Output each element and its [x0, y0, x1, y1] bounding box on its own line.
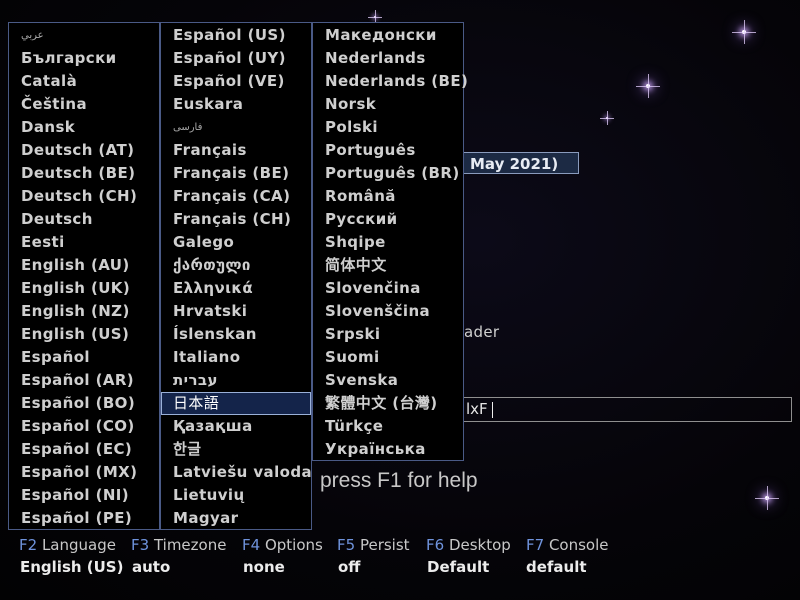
language-item[interactable]: Español (AR)	[9, 369, 159, 392]
desktop-value: Default	[427, 558, 490, 576]
language-item[interactable]: Suomi	[313, 346, 463, 369]
language-item[interactable]: Shqipe	[313, 231, 463, 254]
language-item[interactable]: عربي	[9, 24, 159, 47]
language-item[interactable]: 한글	[161, 438, 311, 461]
language-column-3: Македонски Nederlands Nederlands (BE) Norsk…	[312, 22, 468, 461]
language-item[interactable]: עברית	[161, 369, 311, 392]
help-hint: press F1 for help	[320, 469, 478, 492]
f5-persist-key[interactable]: F5 Persist	[337, 536, 410, 554]
language-item[interactable]: Galego	[161, 231, 311, 254]
language-item[interactable]: Deutsch (CH)	[9, 185, 159, 208]
boot-menu-entry-partial: ader	[464, 323, 500, 341]
language-item[interactable]: Türkçe	[313, 415, 463, 438]
language-item[interactable]: 繁體中文 (台灣)	[313, 392, 463, 415]
language-column-1: عربي Български Català Čeština Dansk Deutsch (…	[8, 22, 160, 530]
language-item[interactable]: Deutsch (AT)	[9, 139, 159, 162]
language-item[interactable]: Español (MX)	[9, 461, 159, 484]
options-value: none	[243, 558, 285, 576]
language-item[interactable]: English (AU)	[9, 254, 159, 277]
language-item[interactable]: Deutsch	[9, 208, 159, 231]
language-item[interactable]: ქართული	[161, 254, 311, 277]
language-item[interactable]: Srpski	[313, 323, 463, 346]
language-item[interactable]: Eesti	[9, 231, 159, 254]
text-cursor	[491, 401, 493, 418]
language-item[interactable]: Norsk	[313, 93, 463, 116]
language-item[interactable]: Polski	[313, 116, 463, 139]
language-item[interactable]: Hrvatski	[161, 300, 311, 323]
language-item[interactable]: Русский	[313, 208, 463, 231]
language-column-2: Español (US) Español (UY) Español (VE) Eusk…	[160, 22, 312, 530]
language-item[interactable]: Lietuvių	[161, 484, 311, 507]
language-item[interactable]: Español (CO)	[9, 415, 159, 438]
language-item[interactable]: English (NZ)	[9, 300, 159, 323]
language-item[interactable]: Slovenčina	[313, 277, 463, 300]
star-decoration	[755, 486, 779, 510]
language-item[interactable]: Deutsch (BE)	[9, 162, 159, 185]
star-decoration	[636, 74, 660, 98]
language-item[interactable]: Español (PE)	[9, 507, 159, 530]
language-item[interactable]: Dansk	[9, 116, 159, 139]
language-item[interactable]: Ελληνικά	[161, 277, 311, 300]
language-item[interactable]: Español (UY)	[161, 47, 311, 70]
f4-options-key[interactable]: F4 Options	[242, 536, 323, 554]
language-item[interactable]: Español (US)	[161, 24, 311, 47]
language-item[interactable]: English (UK)	[9, 277, 159, 300]
language-item[interactable]: 日本語	[161, 392, 311, 415]
language-item[interactable]: Svenska	[313, 369, 463, 392]
language-item[interactable]: Español (VE)	[161, 70, 311, 93]
language-item[interactable]: Қазақша	[161, 415, 311, 438]
language-item[interactable]: Magyar	[161, 507, 311, 530]
language-item[interactable]: فارسی	[161, 116, 311, 139]
language-item[interactable]: Українська	[313, 438, 463, 461]
boot-menu-selected-entry: May 2021)	[463, 152, 579, 174]
star-decoration	[600, 111, 614, 125]
persist-value: off	[338, 558, 361, 576]
star-decoration	[368, 10, 382, 24]
language-item[interactable]: 简体中文	[313, 254, 463, 277]
f3-timezone-key[interactable]: F3 Timezone	[131, 536, 226, 554]
language-item[interactable]: Slovenščina	[313, 300, 463, 323]
language-item[interactable]: Català	[9, 70, 159, 93]
language-item[interactable]: Latviešu valoda	[161, 461, 312, 484]
language-value: English (US)	[20, 558, 124, 576]
language-item[interactable]: Български	[9, 47, 159, 70]
language-item[interactable]: Íslenskan	[161, 323, 311, 346]
f7-console-key[interactable]: F7 Console	[526, 536, 609, 554]
language-item[interactable]: Italiano	[161, 346, 311, 369]
language-item[interactable]: Español (EC)	[9, 438, 159, 461]
language-item[interactable]: Português	[313, 139, 463, 162]
language-item[interactable]: Português (BR)	[313, 162, 463, 185]
language-item[interactable]: Français (CA)	[161, 185, 311, 208]
language-item[interactable]: Nederlands (BE)	[313, 70, 468, 93]
language-item[interactable]: English (US)	[9, 323, 159, 346]
language-item[interactable]: Français (BE)	[161, 162, 311, 185]
boot-options-input[interactable]: lxF	[463, 397, 792, 422]
language-item[interactable]: Čeština	[9, 93, 159, 116]
console-value: default	[526, 558, 587, 576]
language-item[interactable]: Română	[313, 185, 463, 208]
language-item[interactable]: Nederlands	[313, 47, 463, 70]
language-item[interactable]: Euskara	[161, 93, 311, 116]
language-item[interactable]: Español (BO)	[9, 392, 159, 415]
language-item[interactable]: Français	[161, 139, 311, 162]
language-item[interactable]: Español (NI)	[9, 484, 159, 507]
star-decoration	[732, 20, 756, 44]
language-item[interactable]: Македонски	[313, 24, 463, 47]
timezone-value: auto	[132, 558, 171, 576]
f2-language-key[interactable]: F2 Language	[19, 536, 116, 554]
language-item[interactable]: Français (CH)	[161, 208, 311, 231]
language-item[interactable]: Español	[9, 346, 159, 369]
boot-options-text: lxF	[466, 400, 488, 418]
f6-desktop-key[interactable]: F6 Desktop	[426, 536, 511, 554]
